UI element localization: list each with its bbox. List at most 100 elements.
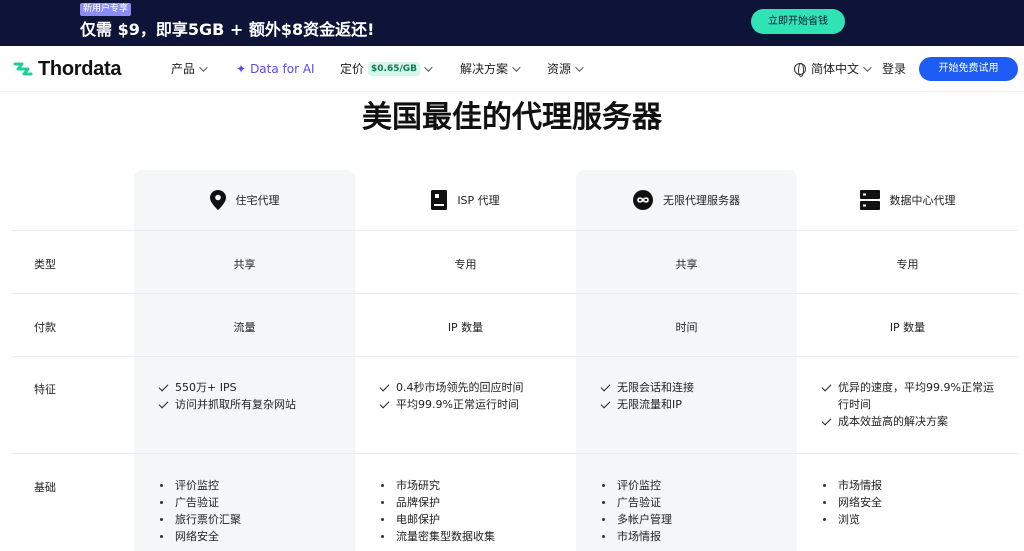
row-divider bbox=[12, 230, 1018, 231]
bullet-icon bbox=[381, 484, 384, 487]
check-icon bbox=[821, 381, 832, 392]
bullet-icon bbox=[381, 501, 384, 504]
list-item-text: 多帐户管理 bbox=[617, 513, 672, 526]
check-icon bbox=[379, 381, 390, 392]
feature-list-unlimited: 无限会话和连接 无限流量和IP bbox=[599, 379, 694, 413]
check-icon bbox=[600, 398, 611, 409]
cell-payment: 流量 bbox=[233, 321, 256, 334]
promo-cta-button[interactable]: 立即开始省钱 bbox=[751, 9, 845, 34]
language-selector[interactable]: 简体中文 bbox=[794, 61, 872, 77]
feature-text: 550万+ IPS bbox=[175, 381, 237, 394]
feature-text: 无限会话和连接 bbox=[617, 381, 694, 394]
nav-solutions[interactable]: 解决方案 bbox=[460, 61, 521, 77]
nav-data-for-ai[interactable]: ✦ Data for AI bbox=[236, 61, 315, 77]
feature-text: 行时间 bbox=[838, 398, 871, 411]
row-label-payment: 付款 bbox=[34, 321, 56, 334]
column-name: 数据中心代理 bbox=[889, 194, 956, 207]
list-item-text: 广告验证 bbox=[617, 496, 661, 509]
top-nav: Thordata 产品 ✦ Data for AI 定价 $0.65/GB 解决… bbox=[0, 46, 1024, 92]
nav-products[interactable]: 产品 bbox=[171, 61, 208, 77]
bullet-icon bbox=[602, 501, 605, 504]
list-item: 广告验证 bbox=[160, 494, 241, 511]
use-case-list-unlimited: 评价监控 广告验证 多帐户管理 市场情报 bbox=[602, 477, 672, 545]
logo[interactable]: Thordata bbox=[12, 57, 121, 81]
promo-badge: 新用户专享 bbox=[80, 3, 132, 16]
use-case-list-datacenter: 市场情报 网络安全 浏览 bbox=[823, 477, 882, 528]
nav-pricing[interactable]: 定价 $0.65/GB bbox=[340, 61, 433, 77]
cell-type: 专用 bbox=[896, 258, 919, 271]
list-item-text: 旅行票价汇聚 bbox=[175, 513, 241, 526]
row-divider bbox=[12, 453, 1018, 454]
chevron-down-icon bbox=[424, 63, 433, 72]
list-item-text: 评价监控 bbox=[175, 479, 219, 492]
bullet-icon bbox=[602, 484, 605, 487]
check-icon bbox=[158, 381, 169, 392]
chevron-down-icon bbox=[575, 63, 584, 72]
bullet-icon bbox=[381, 518, 384, 521]
column-header-unlimited: 无限代理服务器 bbox=[576, 188, 797, 212]
promo-banner: 新用户专享 仅需 $9，即享5GB + 额外$8资金返还! 立即开始省钱 bbox=[0, 0, 1024, 46]
list-item: 品牌保护 bbox=[381, 494, 495, 511]
column-name: 无限代理服务器 bbox=[663, 194, 740, 207]
bullet-icon bbox=[160, 518, 163, 521]
column-header-datacenter: 数据中心代理 bbox=[797, 188, 1018, 212]
feature-list-residential: 550万+ IPS 访问并抓取所有复杂网站 bbox=[157, 379, 296, 413]
chevron-down-icon bbox=[512, 63, 521, 72]
list-item-text: 品牌保护 bbox=[396, 496, 440, 509]
list-item-text: 网络安全 bbox=[175, 530, 219, 543]
map-pin-icon bbox=[209, 190, 226, 210]
signup-button[interactable]: 开始免费试用 bbox=[919, 57, 1018, 81]
sparkle-icon: ✦ bbox=[236, 62, 247, 76]
bullet-icon bbox=[160, 484, 163, 487]
login-link[interactable]: 登录 bbox=[882, 61, 906, 77]
cell-payment: IP 数量 bbox=[447, 321, 484, 334]
bullet-icon bbox=[602, 518, 605, 521]
list-item: 旅行票价汇聚 bbox=[160, 511, 241, 528]
list-item-text: 流量密集型数据收集 bbox=[396, 530, 495, 543]
row-label-basics: 基础 bbox=[34, 481, 56, 494]
logo-text: Thordata bbox=[38, 57, 122, 80]
list-item: 市场情报 bbox=[602, 528, 672, 545]
cell-payment: 时间 bbox=[675, 321, 698, 334]
row-label-type: 类型 bbox=[34, 258, 56, 271]
check-icon bbox=[379, 398, 390, 409]
list-item: 评价监控 bbox=[160, 477, 241, 494]
list-item: 市场研究 bbox=[381, 477, 495, 494]
server-card-icon bbox=[431, 190, 448, 210]
nav-resources-label: 资源 bbox=[547, 62, 572, 76]
feature-text: 0.4秒市场领先的回应时间 bbox=[396, 381, 524, 394]
feature-item: 0.4秒市场领先的回应时间 bbox=[378, 379, 524, 396]
feature-item: 无限流量和IP bbox=[599, 396, 694, 413]
nav-solutions-label: 解决方案 bbox=[460, 62, 509, 76]
price-badge: $0.65/GB bbox=[368, 62, 421, 76]
list-item: 评价监控 bbox=[602, 477, 672, 494]
cell-type: 共享 bbox=[675, 258, 698, 271]
nav-products-label: 产品 bbox=[171, 62, 196, 76]
page-title: 美国最佳的代理服务器 bbox=[362, 100, 662, 135]
use-case-list-isp: 市场研究 品牌保护 电邮保护 流量密集型数据收集 bbox=[381, 477, 495, 545]
bullet-icon bbox=[381, 535, 384, 538]
check-icon bbox=[158, 398, 169, 409]
thordata-logo-icon bbox=[13, 62, 33, 76]
cell-type: 共享 bbox=[233, 258, 256, 271]
nav-resources[interactable]: 资源 bbox=[547, 61, 584, 77]
chevron-down-icon bbox=[199, 63, 208, 72]
list-item-text: 电邮保护 bbox=[396, 513, 440, 526]
feature-list-datacenter: 优异的速度，平均99.9%正常运 行时间 成本效益高的解决方案 bbox=[820, 379, 994, 430]
promo-text: 仅需 $9，即享5GB + 额外$8资金返还! bbox=[80, 20, 375, 39]
row-divider bbox=[12, 293, 1018, 294]
feature-item: 优异的速度，平均99.9%正常运 bbox=[820, 379, 994, 396]
bullet-icon bbox=[823, 501, 826, 504]
list-item: 多帐户管理 bbox=[602, 511, 672, 528]
list-item: 电邮保护 bbox=[381, 511, 495, 528]
feature-item: 550万+ IPS bbox=[157, 379, 296, 396]
column-name: 住宅代理 bbox=[235, 194, 280, 207]
row-divider bbox=[12, 356, 1018, 357]
feature-text: 优异的速度，平均99.9%正常运 bbox=[838, 381, 994, 394]
check-icon bbox=[600, 381, 611, 392]
list-item-text: 市场研究 bbox=[396, 479, 440, 492]
feature-text: 访问并抓取所有复杂网站 bbox=[175, 398, 296, 411]
list-item: 网络安全 bbox=[160, 528, 241, 545]
column-header-residential: 住宅代理 bbox=[134, 188, 355, 212]
server-rack-icon bbox=[859, 190, 880, 210]
